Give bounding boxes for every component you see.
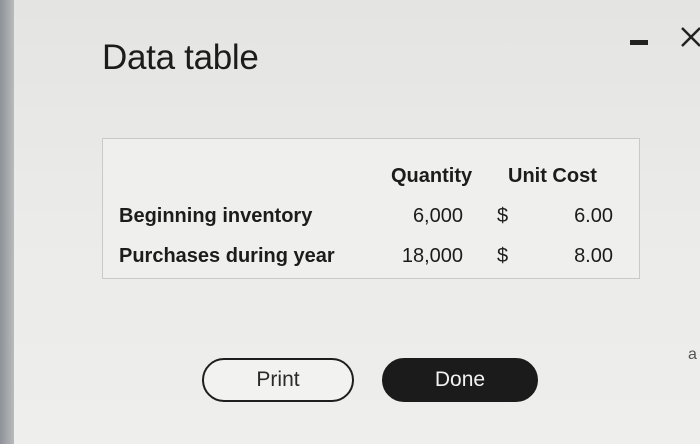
close-icon [681,27,700,47]
column-header-quantity: Quantity [391,165,473,187]
data-table: Quantity Unit Cost Beginning inventory 6… [102,138,640,279]
data-table-dialog: Data table Quantity Unit Cost Beginning … [14,0,700,444]
row-label-purchases: Purchases during year [119,245,335,267]
minimize-icon [630,39,648,45]
done-button[interactable]: Done [382,358,538,402]
close-button[interactable] [674,20,700,54]
cell-currency-symbol: $ [497,245,509,267]
cell-currency-symbol: $ [497,205,509,227]
minimize-button[interactable] [622,20,656,54]
background-window-text: a [688,346,697,363]
window-left-edge [0,0,14,444]
cell-quantity: 18,000 [401,245,463,267]
dialog-title: Data table [102,38,259,77]
column-header-unit-cost: Unit Cost [508,165,597,187]
row-label-beginning-inventory: Beginning inventory [119,205,313,227]
cell-unit-cost: 8.00 [574,245,613,267]
cell-unit-cost: 6.00 [574,205,613,227]
print-button[interactable]: Print [202,358,354,402]
cell-quantity: 6,000 [412,205,463,227]
